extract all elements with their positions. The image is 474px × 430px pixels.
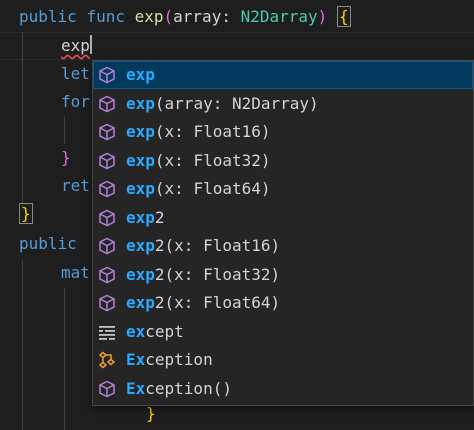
typed-text: exp (61, 36, 90, 55)
method-icon (98, 95, 116, 113)
code-line-7: ret (61, 176, 90, 195)
suggestion-label: exp2 (126, 204, 165, 232)
method-icon (98, 380, 116, 398)
suggestion-label: exp(x: Float16) (126, 118, 271, 146)
suggestion-item[interactable]: exp2 (93, 204, 473, 232)
code-line-10: mat (61, 263, 90, 282)
suggestion-rest: ception() (145, 378, 232, 398)
suggestion-match: exp (126, 236, 155, 255)
suggestion-match: exp (126, 150, 155, 170)
suggestion-label: Exception (126, 346, 213, 374)
suggestion-widget[interactable]: exp exp(array: N2Darray) exp(x: Float16) ex… (92, 60, 474, 406)
code-line-4: for (61, 92, 90, 111)
suggestion-rest: 2 (154, 207, 165, 227)
open-brace: { (336, 6, 351, 27)
code-line-6: } (61, 148, 71, 167)
function-name: exp (134, 7, 164, 26)
suggestion-item[interactable]: exp(array: N2Darray) (93, 90, 473, 118)
keyword-func: func (86, 7, 125, 26)
method-icon (98, 123, 116, 141)
suggestion-match: exp (126, 293, 155, 312)
suggestion-rest: 2(x: Float16) (154, 236, 281, 255)
method-icon (98, 266, 116, 284)
suggestion-label: except (126, 318, 184, 346)
suggestion-item[interactable]: Exception (93, 346, 473, 374)
code-line-9: public (19, 234, 77, 253)
param-label: array: (173, 7, 231, 26)
indent-guide (64, 116, 65, 144)
suggestion-rest: (array: N2Darray) (154, 93, 319, 113)
keyword-icon (98, 323, 116, 341)
keyword-public: public (19, 7, 77, 26)
method-icon (98, 294, 116, 312)
method-icon (98, 180, 116, 198)
indent-guide (22, 32, 23, 208)
suggestion-rest: (x: Float32) (154, 150, 271, 170)
suggestion-rest: 2(x: Float32) (154, 264, 281, 284)
method-icon (98, 209, 116, 227)
class-icon (98, 351, 116, 369)
suggestion-item[interactable]: exp(x: Float16) (93, 118, 473, 146)
suggestion-item[interactable]: exp2(x: Float32) (93, 261, 473, 289)
suggestion-item[interactable]: exp (93, 61, 473, 89)
suggestion-label: exp(x: Float32) (126, 147, 271, 175)
suggestion-label: Exception() (126, 375, 232, 403)
suggestion-rest: (x: Float64) (154, 179, 271, 198)
close-brace: } (19, 203, 33, 224)
suggestion-item[interactable]: except (93, 318, 473, 346)
suggestion-match: Ex (126, 350, 146, 369)
suggestion-item[interactable]: exp2(x: Float16) (93, 232, 473, 260)
suggestion-match: ex (126, 321, 146, 341)
code-line-1: public func exp(array: N2Darray) { (19, 3, 351, 31)
indent-guide (22, 260, 23, 430)
suggestion-match: exp (126, 264, 155, 284)
suggestion-rest: cept (145, 321, 184, 341)
suggestion-rest: (x: Float16) (154, 122, 271, 141)
method-icon (98, 237, 116, 255)
suggestion-match: exp (126, 65, 155, 84)
suggestion-item[interactable]: exp(x: Float64) (93, 175, 473, 203)
suggestion-match: Ex (126, 378, 146, 398)
suggestion-match: exp (126, 93, 155, 113)
suggestion-label: exp2(x: Float32) (126, 261, 280, 289)
suggestion-match: exp (126, 207, 155, 227)
suggestion-label: exp(array: N2Darray) (126, 90, 319, 118)
code-line-8: } (19, 200, 33, 228)
suggestion-label: exp2(x: Float64) (126, 289, 280, 317)
suggestion-rest: 2(x: Float64) (154, 293, 281, 312)
suggestion-item[interactable]: exp2(x: Float64) (93, 289, 473, 317)
method-icon (98, 66, 116, 84)
suggestion-match: exp (126, 179, 155, 198)
suggestion-rest: ception (145, 350, 213, 369)
suggestion-item[interactable]: Exception() (93, 375, 473, 403)
code-line-3: let (61, 64, 90, 83)
suggestion-label: exp2(x: Float16) (126, 232, 280, 260)
code-line-2[interactable]: exp (61, 32, 92, 60)
open-paren: ( (163, 7, 174, 26)
suggestion-item[interactable]: exp(x: Float32) (93, 147, 473, 175)
suggestion-match: exp (126, 122, 155, 141)
indent-guide (64, 288, 65, 430)
suggestion-label: exp (126, 61, 155, 89)
param-type: N2Darray (240, 7, 318, 26)
text-caret (89, 35, 92, 54)
close-paren: ) (317, 7, 328, 26)
method-icon (98, 152, 116, 170)
suggestion-label: exp(x: Float64) (126, 175, 271, 203)
